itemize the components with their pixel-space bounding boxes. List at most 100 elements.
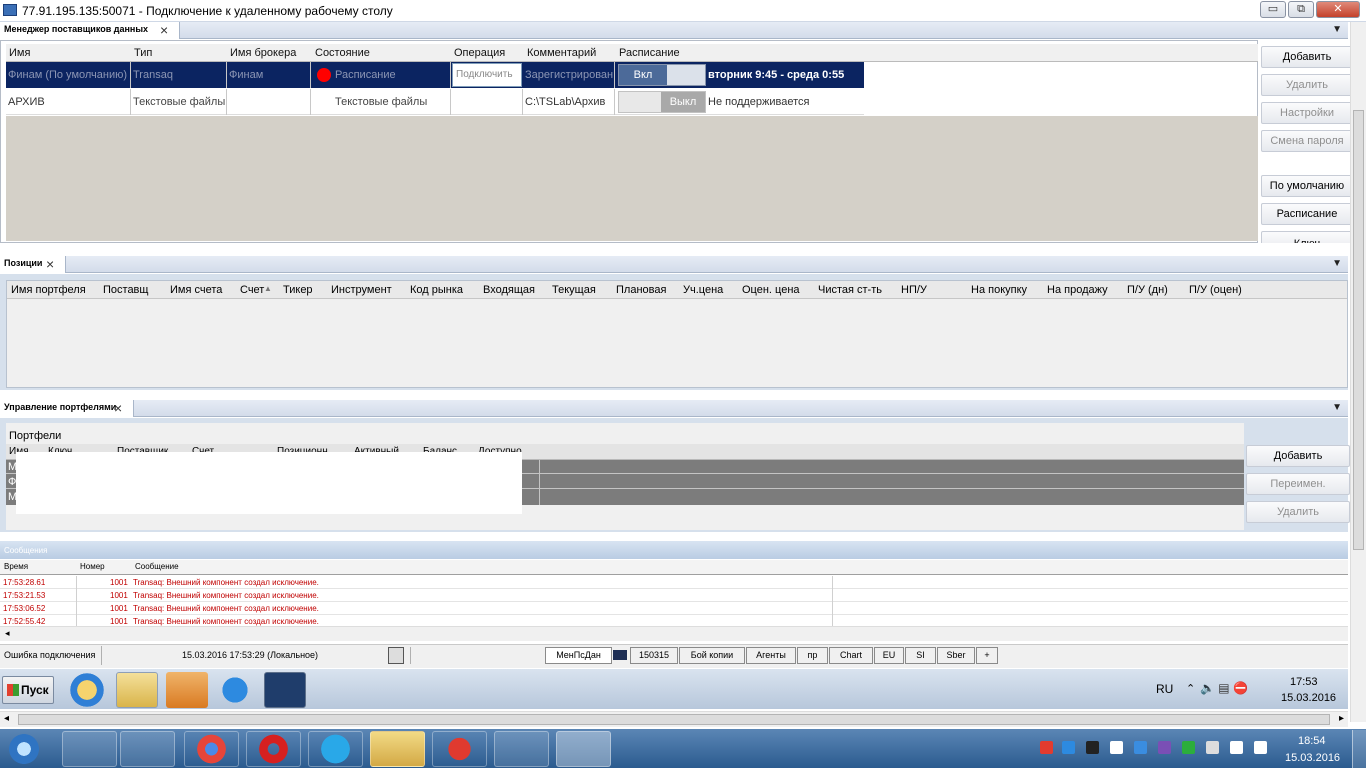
teamviewer-icon[interactable] [214, 672, 256, 708]
add-portfolio-button[interactable]: Добавить [1246, 445, 1350, 467]
col-account[interactable]: Счет [240, 284, 264, 296]
internet-explorer-icon[interactable] [66, 672, 108, 708]
hscroll-thumb[interactable] [18, 714, 1330, 725]
col-to-sell[interactable]: На продажу [1047, 284, 1108, 296]
set-default-button[interactable]: По умолчанию [1261, 175, 1353, 197]
col-planned[interactable]: Плановая [616, 284, 666, 296]
tray-volume-icon[interactable] [1230, 741, 1243, 754]
start-button[interactable]: Пуск [2, 676, 54, 704]
tab-menpsdan[interactable]: МенПсДан [545, 647, 612, 664]
tray-notification-icon[interactable] [1040, 741, 1053, 754]
col-schedule[interactable]: Расписание [619, 47, 680, 59]
tab-boy-kopii[interactable]: Бой копии [679, 647, 745, 664]
explorer-folder-icon[interactable] [116, 672, 158, 708]
close-button[interactable]: ✕ [1316, 1, 1360, 18]
col-msg-number[interactable]: Номер [80, 562, 105, 571]
provider-row-finam[interactable]: Финам (По умолчанию) Transaq Финам Распи… [6, 62, 864, 88]
col-current[interactable]: Текущая [552, 284, 596, 296]
portfolios-close-icon[interactable]: × [114, 400, 122, 416]
scrollbar-thumb[interactable] [1353, 110, 1364, 550]
local-clock-time[interactable]: 18:54 [1298, 735, 1326, 747]
tray-network-icon[interactable] [1254, 741, 1267, 754]
tray-flag-icon[interactable] [1110, 741, 1123, 754]
tray-teamviewer-icon[interactable] [1062, 741, 1075, 754]
col-broker[interactable]: Имя брокера [230, 47, 296, 59]
rename-portfolio-button[interactable]: Переимен. [1246, 473, 1350, 495]
col-unrealized-pl[interactable]: НП/У [901, 284, 927, 296]
col-state[interactable]: Состояние [315, 47, 370, 59]
minimize-button[interactable]: ▭ [1260, 1, 1286, 18]
positions-tab[interactable]: Позиции [0, 256, 66, 273]
tray-app3-icon[interactable] [1182, 741, 1195, 754]
local-clock-date[interactable]: 15.03.2016 [1285, 752, 1340, 764]
media-player-icon[interactable] [120, 731, 175, 767]
delete-portfolio-button[interactable]: Удалить [1246, 501, 1350, 523]
tslab-icon[interactable] [264, 672, 306, 708]
delete-provider-button[interactable]: Удалить [1261, 74, 1353, 96]
yandex-icon[interactable] [432, 731, 487, 767]
remote-clock-time[interactable]: 17:53 [1290, 676, 1318, 688]
tab-eu[interactable]: EU [874, 647, 904, 664]
scroll-left-icon[interactable]: ◂ [4, 713, 9, 724]
col-operation[interactable]: Операция [454, 47, 505, 59]
col-pl-est[interactable]: П/У (оцен) [1189, 284, 1242, 296]
message-row[interactable]: 17:53:06.52 1001 Transaq: Внешний компон… [0, 602, 1348, 615]
folder-icon[interactable] [370, 731, 425, 767]
remote-clock-date[interactable]: 15.03.2016 [1281, 692, 1336, 704]
tab-chart[interactable]: Chart [829, 647, 873, 664]
col-provider[interactable]: Поставщ [103, 284, 148, 296]
rdp-hscrollbar[interactable]: ◂ ▸ [0, 711, 1348, 727]
settings-button[interactable]: Настройки [1261, 102, 1353, 124]
media-player-icon[interactable] [166, 672, 208, 708]
col-est-price[interactable]: Оцен. цена [742, 284, 800, 296]
col-instrument[interactable]: Инструмент [331, 284, 392, 296]
key-button[interactable]: Ключ [1261, 231, 1353, 243]
tray-tool-icon[interactable] [1086, 741, 1099, 754]
tray-device-icon[interactable] [1206, 741, 1219, 754]
connect-button[interactable]: Подключить [452, 63, 522, 87]
mail-icon[interactable] [62, 731, 117, 767]
tab-add[interactable]: + [976, 647, 998, 664]
tab-si[interactable]: SI [905, 647, 936, 664]
message-row[interactable]: 17:53:28.61 1001 Transaq: Внешний компон… [0, 576, 1348, 589]
scroll-left-icon[interactable]: ◂ [5, 628, 10, 639]
portfolios-menu-chevron-icon[interactable]: ▼ [1332, 402, 1342, 413]
message-row[interactable]: 17:53:21.53 1001 Transaq: Внешний компон… [0, 589, 1348, 602]
col-net-value[interactable]: Чистая ст-ть [818, 284, 882, 296]
tab-pr[interactable]: пр [797, 647, 828, 664]
providers-close-icon[interactable]: × [160, 22, 168, 38]
schedule-toggle-off[interactable]: Выкл [618, 91, 706, 113]
restore-button[interactable]: ⧉ [1288, 1, 1314, 18]
col-account-name[interactable]: Имя счета [170, 284, 222, 296]
tray-app-icon[interactable] [1134, 741, 1147, 754]
col-name[interactable]: Имя [9, 47, 30, 59]
positions-menu-chevron-icon[interactable]: ▼ [1332, 258, 1342, 269]
layout-icon[interactable] [388, 647, 404, 664]
add-provider-button[interactable]: Добавить [1261, 46, 1353, 68]
schedule-button[interactable]: Расписание [1261, 203, 1353, 225]
schedule-toggle-on[interactable]: Вкл [618, 64, 706, 86]
volume-app-icon[interactable] [494, 731, 549, 767]
col-ticker[interactable]: Тикер [283, 284, 313, 296]
remote-desktop-icon[interactable] [556, 731, 611, 767]
show-desktop-button[interactable] [1352, 730, 1366, 768]
col-pl-day[interactable]: П/У (дн) [1127, 284, 1168, 296]
tray-app2-icon[interactable] [1158, 741, 1171, 754]
col-market-code[interactable]: Код рынка [410, 284, 463, 296]
provider-row-archive[interactable]: АРХИВ Текстовые файлы Текстовые файлы C:… [6, 89, 864, 115]
tab-150315[interactable]: 150315 [630, 647, 678, 664]
tray-expand-icon[interactable]: ⌃ [1186, 682, 1195, 695]
messages-hscrollbar[interactable]: ◂ [0, 626, 1348, 641]
tab-sber[interactable]: Sber [937, 647, 975, 664]
chrome-icon[interactable] [184, 731, 239, 767]
col-portfolio[interactable]: Имя портфеля [11, 284, 86, 296]
col-msg-time[interactable]: Время [4, 562, 28, 571]
message-row[interactable]: 17:52:55.42 1001 Transaq: Внешний компон… [0, 615, 1348, 626]
col-incoming[interactable]: Входящая [483, 284, 535, 296]
positions-close-icon[interactable]: × [46, 256, 54, 272]
tab-agenty[interactable]: Агенты [746, 647, 796, 664]
providers-menu-chevron-icon[interactable]: ▼ [1332, 24, 1342, 35]
col-book-price[interactable]: Уч.цена [683, 284, 723, 296]
windows-start-orb-icon[interactable] [4, 731, 44, 767]
vertical-scrollbar[interactable] [1350, 22, 1366, 722]
